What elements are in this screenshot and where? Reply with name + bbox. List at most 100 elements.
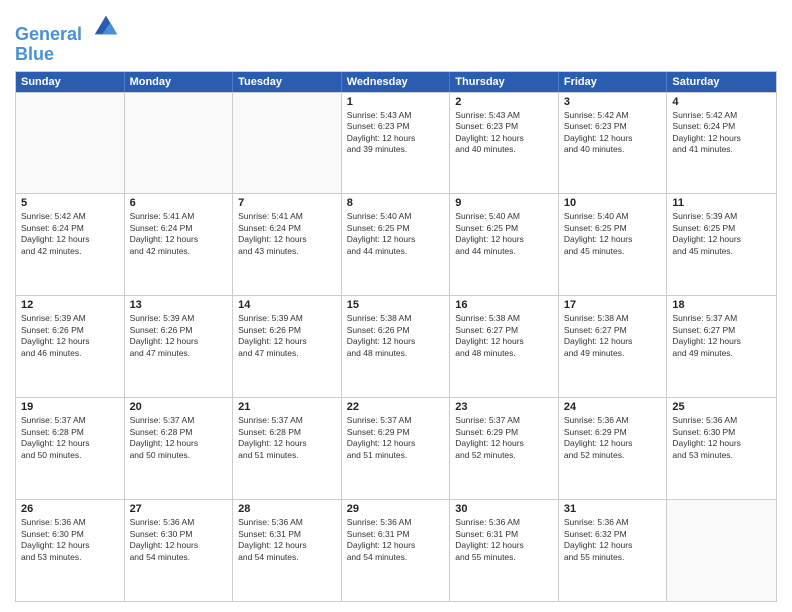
day-cell-9: 9 Sunrise: 5:40 AM Sunset: 6:25 PM Daylig… bbox=[450, 194, 559, 295]
day-number-9: 9 bbox=[455, 197, 553, 209]
day-number-18: 18 bbox=[672, 299, 771, 311]
day-cell-7: 7Sunrise: 5:41 AM Sunset: 6:24 PM Daylig… bbox=[233, 194, 342, 295]
day-info-22: Sunrise: 5:37 AM Sunset: 6:29 PM Dayligh… bbox=[347, 415, 445, 461]
day-info-25: Sunrise: 5:36 AM Sunset: 6:30 PM Dayligh… bbox=[672, 415, 771, 461]
day-number-8: 8 bbox=[347, 197, 445, 209]
day-info-11: Sunrise: 5:39 AM Sunset: 6:25 PM Dayligh… bbox=[672, 211, 771, 257]
day-info-5: Sunrise: 5:42 AM Sunset: 6:24 PM Dayligh… bbox=[21, 211, 119, 257]
day-cell-19: 19 Sunrise: 5:37 AM Sunset: 6:28 PM Dayli… bbox=[16, 398, 125, 499]
day-info-30: Sunrise: 5:36 AM Sunset: 6:31 PM Dayligh… bbox=[455, 517, 553, 563]
day-info-15: Sunrise: 5:38 AM Sunset: 6:26 PM Dayligh… bbox=[347, 313, 445, 359]
weekday-header-sunday: Sunday bbox=[16, 72, 125, 92]
empty-cell-0-0 bbox=[16, 93, 125, 194]
day-cell-31: 31Sunrise: 5:36 AM Sunset: 6:32 PM Dayli… bbox=[559, 500, 668, 601]
day-cell-24: 24 Sunrise: 5:36 AM Sunset: 6:29 PM Dayli… bbox=[559, 398, 668, 499]
day-cell-16: 16 Sunrise: 5:38 AM Sunset: 6:27 PM Dayli… bbox=[450, 296, 559, 397]
weekday-header-tuesday: Tuesday bbox=[233, 72, 342, 92]
logo-general: General bbox=[15, 24, 82, 44]
day-info-31: Sunrise: 5:36 AM Sunset: 6:32 PM Dayligh… bbox=[564, 517, 662, 563]
day-cell-21: 21 Sunrise: 5:37 AM Sunset: 6:28 PM Dayli… bbox=[233, 398, 342, 499]
logo-icon bbox=[91, 10, 121, 40]
day-info-19: Sunrise: 5:37 AM Sunset: 6:28 PM Dayligh… bbox=[21, 415, 119, 461]
day-number-7: 7 bbox=[238, 197, 336, 209]
day-number-28: 28 bbox=[238, 503, 336, 515]
day-number-13: 13 bbox=[130, 299, 228, 311]
day-cell-11: 11 Sunrise: 5:39 AM Sunset: 6:25 PM Dayli… bbox=[667, 194, 776, 295]
day-info-27: Sunrise: 5:36 AM Sunset: 6:30 PM Dayligh… bbox=[130, 517, 228, 563]
day-number-6: 6 bbox=[130, 197, 228, 209]
day-cell-28: 28Sunrise: 5:36 AM Sunset: 6:31 PM Dayli… bbox=[233, 500, 342, 601]
day-info-4: Sunrise: 5:42 AM Sunset: 6:24 PM Dayligh… bbox=[672, 110, 771, 156]
day-cell-12: 12Sunrise: 5:39 AM Sunset: 6:26 PM Dayli… bbox=[16, 296, 125, 397]
day-info-18: Sunrise: 5:37 AM Sunset: 6:27 PM Dayligh… bbox=[672, 313, 771, 359]
day-cell-15: 15 Sunrise: 5:38 AM Sunset: 6:26 PM Dayli… bbox=[342, 296, 451, 397]
day-cell-10: 10 Sunrise: 5:40 AM Sunset: 6:25 PM Dayli… bbox=[559, 194, 668, 295]
day-info-17: Sunrise: 5:38 AM Sunset: 6:27 PM Dayligh… bbox=[564, 313, 662, 359]
day-cell-3: 3 Sunrise: 5:42 AM Sunset: 6:23 PM Daylig… bbox=[559, 93, 668, 194]
calendar-row-3: 19 Sunrise: 5:37 AM Sunset: 6:28 PM Dayli… bbox=[16, 397, 776, 499]
day-info-23: Sunrise: 5:37 AM Sunset: 6:29 PM Dayligh… bbox=[455, 415, 553, 461]
day-info-10: Sunrise: 5:40 AM Sunset: 6:25 PM Dayligh… bbox=[564, 211, 662, 257]
day-number-2: 2 bbox=[455, 96, 553, 108]
day-cell-4: 4 Sunrise: 5:42 AM Sunset: 6:24 PM Daylig… bbox=[667, 93, 776, 194]
day-info-26: Sunrise: 5:36 AM Sunset: 6:30 PM Dayligh… bbox=[21, 517, 119, 563]
day-number-11: 11 bbox=[672, 197, 771, 209]
weekday-header-monday: Monday bbox=[125, 72, 234, 92]
calendar-row-1: 5 Sunrise: 5:42 AM Sunset: 6:24 PM Daylig… bbox=[16, 193, 776, 295]
weekday-header-saturday: Saturday bbox=[667, 72, 776, 92]
day-cell-13: 13Sunrise: 5:39 AM Sunset: 6:26 PM Dayli… bbox=[125, 296, 234, 397]
logo-blue: Blue bbox=[15, 45, 121, 65]
calendar-row-0: 1Sunrise: 5:43 AM Sunset: 6:23 PM Daylig… bbox=[16, 92, 776, 194]
page: General Blue SundayMondayTuesdayWednesda… bbox=[0, 0, 792, 612]
empty-cell-0-2 bbox=[233, 93, 342, 194]
day-number-16: 16 bbox=[455, 299, 553, 311]
day-number-22: 22 bbox=[347, 401, 445, 413]
calendar-header: SundayMondayTuesdayWednesdayThursdayFrid… bbox=[16, 72, 776, 92]
day-number-27: 27 bbox=[130, 503, 228, 515]
day-info-12: Sunrise: 5:39 AM Sunset: 6:26 PM Dayligh… bbox=[21, 313, 119, 359]
day-cell-30: 30 Sunrise: 5:36 AM Sunset: 6:31 PM Dayli… bbox=[450, 500, 559, 601]
day-info-8: Sunrise: 5:40 AM Sunset: 6:25 PM Dayligh… bbox=[347, 211, 445, 257]
day-number-30: 30 bbox=[455, 503, 553, 515]
day-cell-6: 6 Sunrise: 5:41 AM Sunset: 6:24 PM Daylig… bbox=[125, 194, 234, 295]
day-cell-5: 5 Sunrise: 5:42 AM Sunset: 6:24 PM Daylig… bbox=[16, 194, 125, 295]
day-number-19: 19 bbox=[21, 401, 119, 413]
day-cell-14: 14 Sunrise: 5:39 AM Sunset: 6:26 PM Dayli… bbox=[233, 296, 342, 397]
day-info-9: Sunrise: 5:40 AM Sunset: 6:25 PM Dayligh… bbox=[455, 211, 553, 257]
day-number-3: 3 bbox=[564, 96, 662, 108]
day-info-21: Sunrise: 5:37 AM Sunset: 6:28 PM Dayligh… bbox=[238, 415, 336, 461]
day-number-15: 15 bbox=[347, 299, 445, 311]
day-cell-1: 1Sunrise: 5:43 AM Sunset: 6:23 PM Daylig… bbox=[342, 93, 451, 194]
day-number-4: 4 bbox=[672, 96, 771, 108]
day-info-2: Sunrise: 5:43 AM Sunset: 6:23 PM Dayligh… bbox=[455, 110, 553, 156]
day-cell-2: 2 Sunrise: 5:43 AM Sunset: 6:23 PM Daylig… bbox=[450, 93, 559, 194]
day-number-24: 24 bbox=[564, 401, 662, 413]
day-number-17: 17 bbox=[564, 299, 662, 311]
day-number-25: 25 bbox=[672, 401, 771, 413]
weekday-header-wednesday: Wednesday bbox=[342, 72, 451, 92]
day-number-21: 21 bbox=[238, 401, 336, 413]
logo-text: General bbox=[15, 10, 121, 45]
day-number-23: 23 bbox=[455, 401, 553, 413]
calendar-row-4: 26 Sunrise: 5:36 AM Sunset: 6:30 PM Dayli… bbox=[16, 499, 776, 601]
day-number-14: 14 bbox=[238, 299, 336, 311]
day-cell-29: 29 Sunrise: 5:36 AM Sunset: 6:31 PM Dayli… bbox=[342, 500, 451, 601]
weekday-header-thursday: Thursday bbox=[450, 72, 559, 92]
empty-cell-4-6 bbox=[667, 500, 776, 601]
logo: General Blue bbox=[15, 10, 121, 65]
day-number-5: 5 bbox=[21, 197, 119, 209]
calendar-row-2: 12Sunrise: 5:39 AM Sunset: 6:26 PM Dayli… bbox=[16, 295, 776, 397]
day-info-29: Sunrise: 5:36 AM Sunset: 6:31 PM Dayligh… bbox=[347, 517, 445, 563]
day-number-29: 29 bbox=[347, 503, 445, 515]
calendar-body: 1Sunrise: 5:43 AM Sunset: 6:23 PM Daylig… bbox=[16, 92, 776, 601]
day-info-24: Sunrise: 5:36 AM Sunset: 6:29 PM Dayligh… bbox=[564, 415, 662, 461]
day-cell-23: 23 Sunrise: 5:37 AM Sunset: 6:29 PM Dayli… bbox=[450, 398, 559, 499]
day-info-16: Sunrise: 5:38 AM Sunset: 6:27 PM Dayligh… bbox=[455, 313, 553, 359]
day-number-26: 26 bbox=[21, 503, 119, 515]
day-info-14: Sunrise: 5:39 AM Sunset: 6:26 PM Dayligh… bbox=[238, 313, 336, 359]
day-info-3: Sunrise: 5:42 AM Sunset: 6:23 PM Dayligh… bbox=[564, 110, 662, 156]
day-number-10: 10 bbox=[564, 197, 662, 209]
day-info-6: Sunrise: 5:41 AM Sunset: 6:24 PM Dayligh… bbox=[130, 211, 228, 257]
day-cell-26: 26 Sunrise: 5:36 AM Sunset: 6:30 PM Dayli… bbox=[16, 500, 125, 601]
day-cell-20: 20Sunrise: 5:37 AM Sunset: 6:28 PM Dayli… bbox=[125, 398, 234, 499]
